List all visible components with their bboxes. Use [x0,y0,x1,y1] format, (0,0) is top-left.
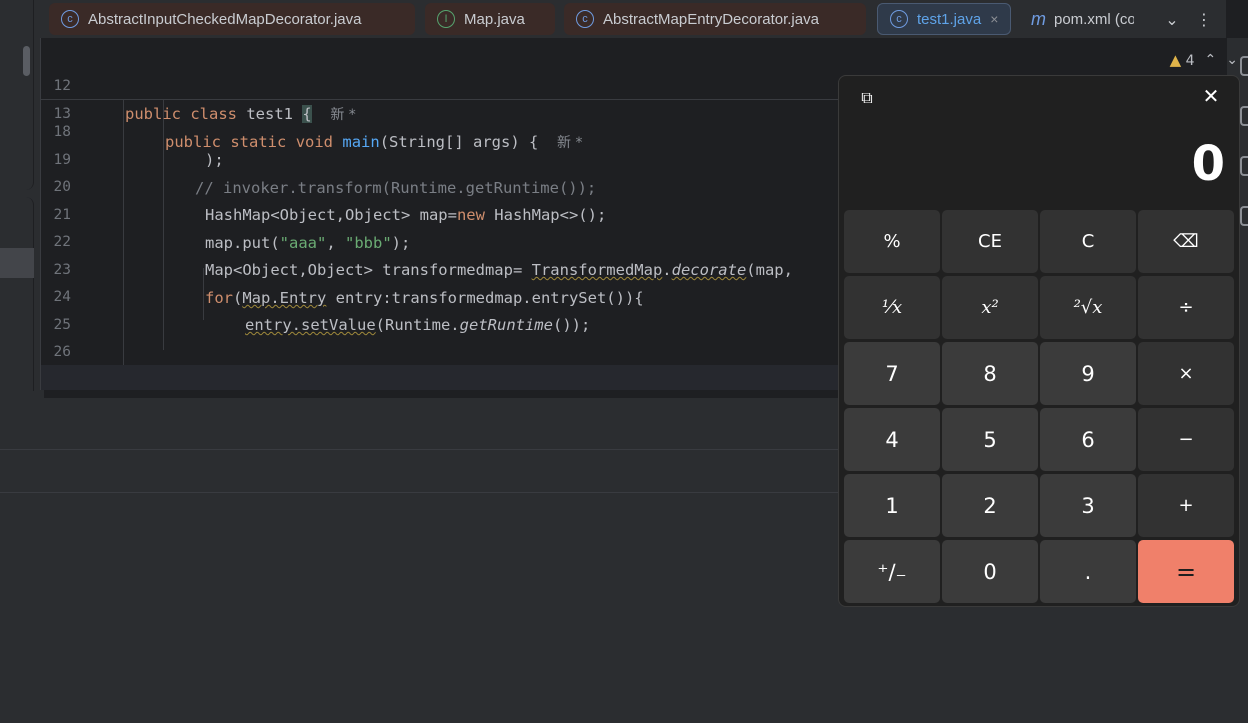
warning-icon: ▲ 4 [1169,51,1195,69]
close-icon[interactable]: × [990,11,998,27]
backspace-button[interactable]: ⌫ [1138,210,1234,273]
tab-test1[interactable]: c test1.java × [877,3,1011,35]
digit-4-button[interactable]: 4 [844,408,940,471]
tab-label: test1.java [917,10,982,28]
more-vertical-icon[interactable]: ⋮ [1191,0,1217,38]
chevron-down-icon[interactable]: ⌄ [1226,52,1238,68]
editor-tab-bar: c AbstractInputCheckedMapDecorator.java … [44,0,1226,38]
tab-label: pom.xml (co [1054,10,1134,28]
author-hint: 新 * [557,135,583,151]
class-icon: c [61,10,79,28]
calculator-keypad: % CE C ⌫ ¹⁄x x² ²√x ÷ 7 8 9 × 4 5 6− 1 2 3 + ⁺∕₋ 0. = [844,210,1236,603]
author-hint: 新 * [330,107,356,123]
tab-map[interactable]: I Map.java [425,3,555,35]
notifications-icon[interactable] [1240,56,1248,76]
digit-0-button[interactable]: 0 [942,540,1038,603]
multiply-button[interactable]: × [1138,342,1234,405]
code-line: 12 public class test1 { 新 * [41,44,1227,123]
project-panel-scrollbar[interactable] [23,46,30,76]
chevron-up-icon[interactable]: ⌃ [1205,52,1217,68]
code-text: public class test1 { 新 * [125,105,356,123]
reciprocal-button[interactable]: ¹⁄x [844,276,940,339]
class-icon: c [576,10,594,28]
warning-count: 4 [1185,53,1195,69]
digit-9-button[interactable]: 9 [1040,342,1136,405]
digit-2-button[interactable]: 2 [942,474,1038,537]
close-icon[interactable]: ✕ [1199,84,1223,108]
code-text: public static void main(String[] args) {… [165,133,583,151]
class-icon: c [890,10,908,28]
clear-button[interactable]: C [1040,210,1136,273]
add-button[interactable]: + [1138,474,1234,537]
digit-5-button[interactable]: 5 [942,408,1038,471]
digit-3-button[interactable]: 3 [1040,474,1136,537]
digit-7-button[interactable]: 7 [844,342,940,405]
inspection-widget[interactable]: ▲ 4 ⌃ ⌄ [1170,51,1238,69]
digit-1-button[interactable]: 1 [844,474,940,537]
chevron-down-icon[interactable]: ⌄ [1158,0,1186,38]
plugin-icon[interactable] [1240,206,1248,226]
tab-abstract-input-checked-map-decorator[interactable]: c AbstractInputCheckedMapDecorator.java [49,3,415,35]
square-button[interactable]: x² [942,276,1038,339]
project-selected-row[interactable] [0,248,34,278]
equals-button[interactable]: = [1138,540,1234,603]
maven-icon: m [1031,8,1046,29]
negate-button[interactable]: ⁺∕₋ [844,540,940,603]
calculator-window: ⧉ ✕ 0 % CE C ⌫ ¹⁄x x² ²√x ÷ 7 8 9 × 4 5 6−1 2 3 + ⁺∕₋ 0. = [838,75,1240,607]
tab-pom-xml[interactable]: m pom.xml (co [1019,3,1134,35]
calculator-display: 0 [1191,136,1225,192]
digit-6-button[interactable]: 6 [1040,408,1136,471]
clear-entry-button[interactable]: CE [942,210,1038,273]
database-icon[interactable] [1240,106,1248,126]
divide-button[interactable]: ÷ [1138,276,1234,339]
interface-icon: I [437,10,455,28]
tab-label: Map.java [464,10,525,28]
restore-window-icon[interactable]: ⧉ [856,87,878,109]
digit-8-button[interactable]: 8 [942,342,1038,405]
project-panel-top [0,0,34,190]
maven-tool-icon[interactable] [1240,156,1248,176]
percent-button[interactable]: % [844,210,940,273]
project-panel-bottom [0,197,34,391]
subtract-button[interactable]: − [1138,408,1234,471]
square-root-button[interactable]: ²√x [1040,276,1136,339]
tab-abstract-map-entry-decorator[interactable]: c AbstractMapEntryDecorator.java [564,3,866,35]
decimal-button[interactable]: . [1040,540,1136,603]
line-number: 13 [53,106,71,122]
tab-label: AbstractMapEntryDecorator.java [603,10,819,28]
tab-label: AbstractInputCheckedMapDecorator.java [88,10,362,28]
